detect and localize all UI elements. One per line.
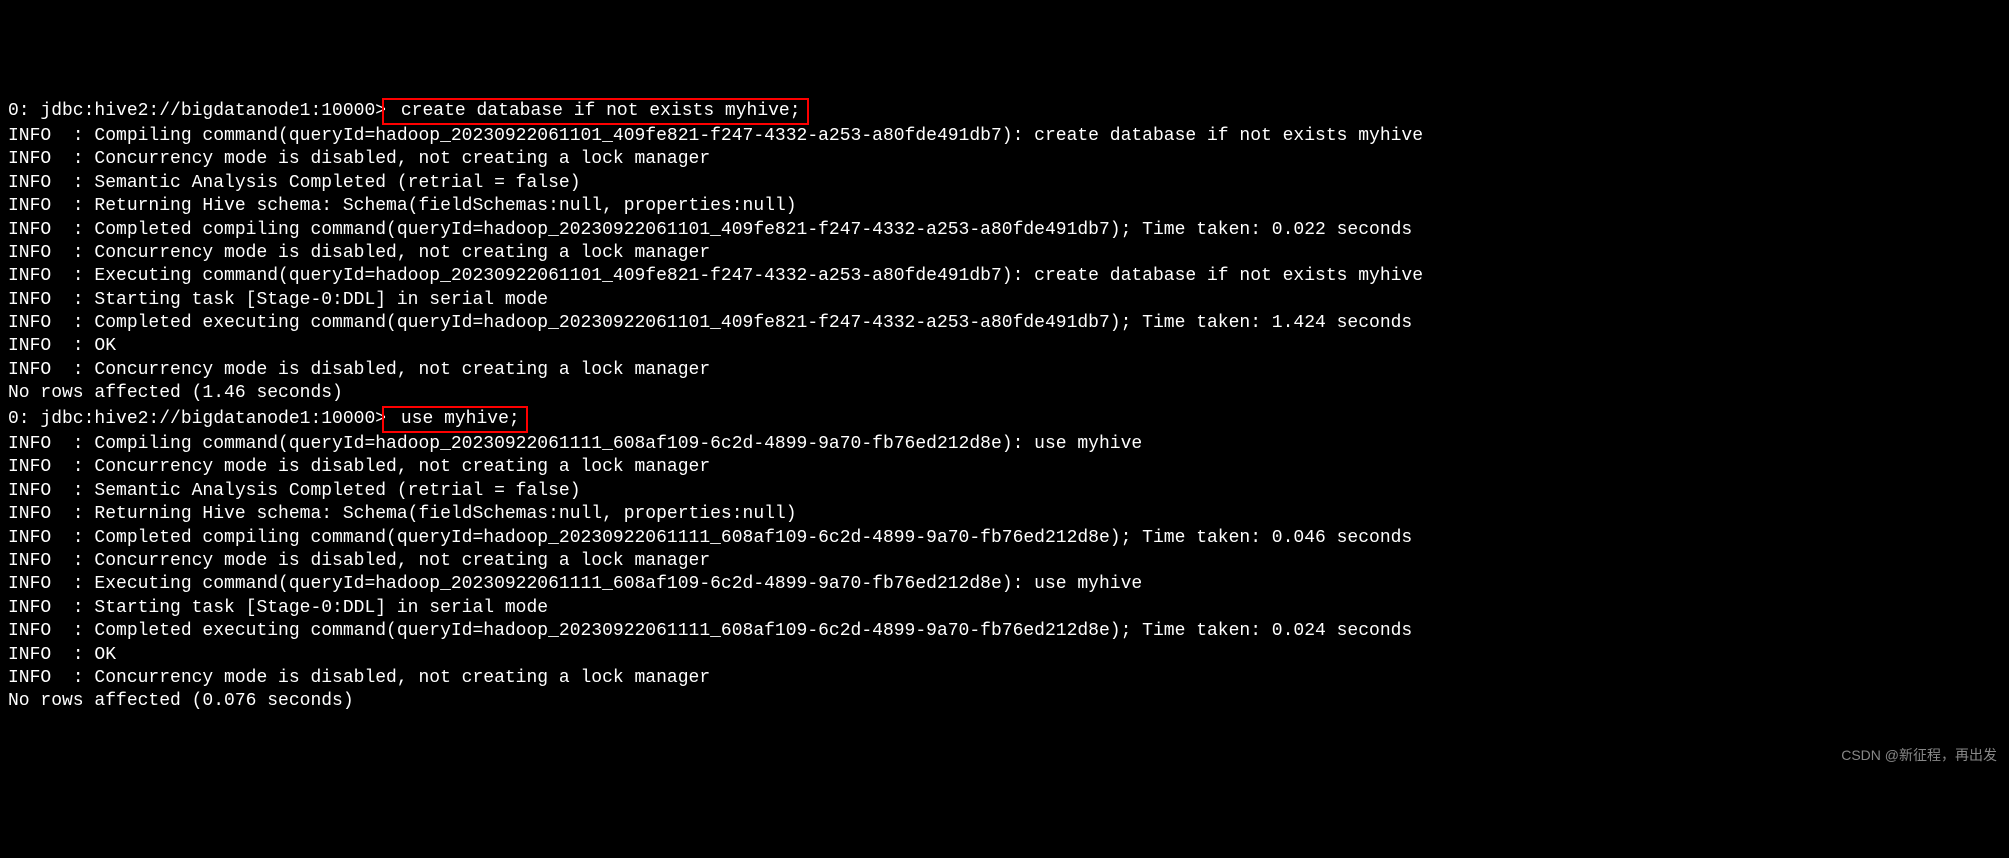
terminal-line: INFO : Concurrency mode is disabled, not… [8, 550, 2001, 573]
terminal-line: INFO : Executing command(queryId=hadoop_… [8, 573, 2001, 596]
terminal-line: INFO : Semantic Analysis Completed (retr… [8, 172, 2001, 195]
terminal-output[interactable]: 0: jdbc:hive2://bigdatanode1:10000> crea… [8, 98, 2001, 714]
terminal-line: INFO : Concurrency mode is disabled, not… [8, 359, 2001, 382]
prompt: 0: jdbc:hive2://bigdatanode1:10000> [8, 101, 386, 121]
terminal-line: INFO : OK [8, 644, 2001, 667]
terminal-line: 0: jdbc:hive2://bigdatanode1:10000> use … [8, 406, 2001, 433]
terminal-line: INFO : Concurrency mode is disabled, not… [8, 242, 2001, 265]
terminal-line: INFO : Completed executing command(query… [8, 620, 2001, 643]
terminal-line: INFO : Returning Hive schema: Schema(fie… [8, 195, 2001, 218]
terminal-line: INFO : OK [8, 335, 2001, 358]
terminal-line: INFO : Returning Hive schema: Schema(fie… [8, 503, 2001, 526]
sql-command-highlight: create database if not exists myhive; [382, 98, 808, 125]
terminal-line: INFO : Completed compiling command(query… [8, 527, 2001, 550]
sql-command-highlight: use myhive; [382, 406, 528, 433]
prompt: 0: jdbc:hive2://bigdatanode1:10000> [8, 409, 386, 429]
terminal-line: 0: jdbc:hive2://bigdatanode1:10000> crea… [8, 98, 2001, 125]
terminal-line: INFO : Semantic Analysis Completed (retr… [8, 480, 2001, 503]
terminal-line: INFO : Starting task [Stage-0:DDL] in se… [8, 289, 2001, 312]
terminal-line: INFO : Completed executing command(query… [8, 312, 2001, 335]
terminal-line: No rows affected (0.076 seconds) [8, 690, 2001, 713]
terminal-line: INFO : Compiling command(queryId=hadoop_… [8, 125, 2001, 148]
terminal-line: No rows affected (1.46 seconds) [8, 382, 2001, 405]
terminal-line: INFO : Executing command(queryId=hadoop_… [8, 265, 2001, 288]
csdn-watermark: CSDN @新征程，再出发 [1841, 746, 1997, 764]
terminal-line: INFO : Compiling command(queryId=hadoop_… [8, 433, 2001, 456]
terminal-line: INFO : Starting task [Stage-0:DDL] in se… [8, 597, 2001, 620]
terminal-line: INFO : Completed compiling command(query… [8, 219, 2001, 242]
terminal-line: INFO : Concurrency mode is disabled, not… [8, 667, 2001, 690]
terminal-line: INFO : Concurrency mode is disabled, not… [8, 148, 2001, 171]
terminal-line: INFO : Concurrency mode is disabled, not… [8, 456, 2001, 479]
